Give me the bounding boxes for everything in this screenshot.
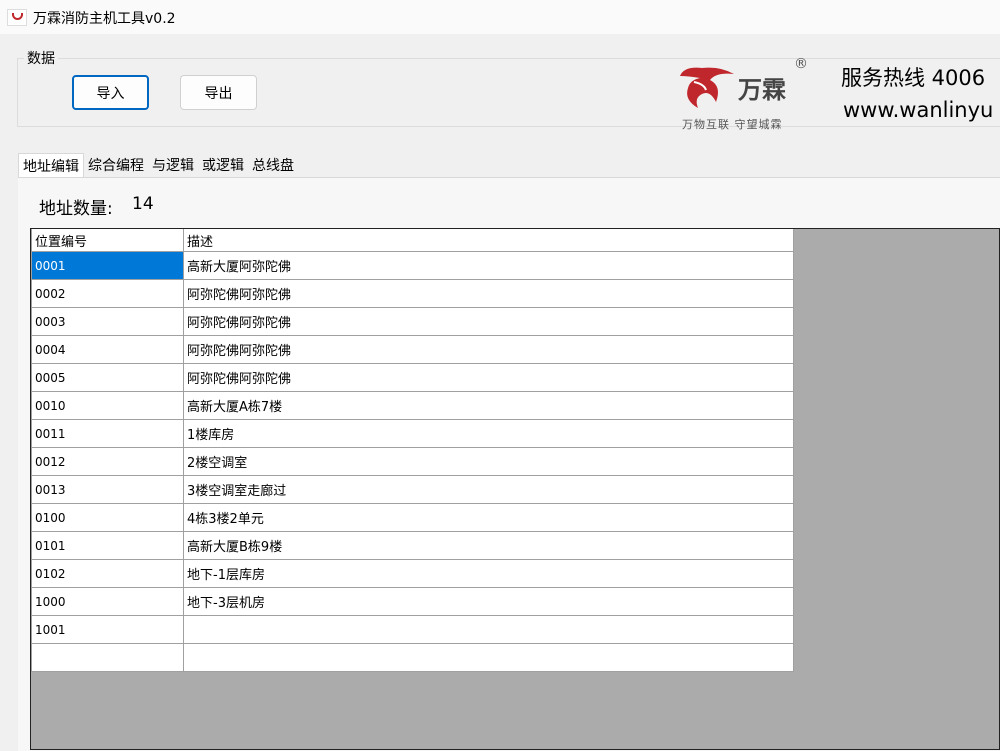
description-cell[interactable]: 阿弥陀佛阿弥陀佛 (183, 363, 794, 392)
table-row[interactable]: 1000 地下-3层机房 (31, 587, 794, 616)
brand-name: 万霖 (738, 76, 786, 104)
address-count-value: 14 (132, 194, 154, 214)
table-row[interactable]: 0100 4栋3楼2单元 (31, 503, 794, 532)
position-id-cell[interactable]: 0012 (31, 447, 184, 476)
position-id-cell[interactable]: 0101 (31, 531, 184, 560)
data-group-label: 数据 (24, 48, 58, 68)
service-hotline: 服务热线 4006 (841, 66, 986, 90)
website-url: www.wanlinyu (843, 98, 994, 122)
position-id-cell[interactable]: 0001 (31, 251, 184, 280)
tab-bar: 地址编辑 综合编程 与逻辑 或逻辑 总线盘 (18, 153, 298, 177)
address-grid[interactable]: 位置编号 描述 0001 高新大厦阿弥陀佛 0002 阿弥陀佛阿弥陀佛 0003 阿弥陀佛… (30, 228, 1000, 750)
description-cell[interactable]: 高新大厦阿弥陀佛 (183, 251, 794, 280)
description-cell[interactable]: 阿弥陀佛阿弥陀佛 (183, 335, 794, 364)
position-id-cell[interactable]: 0011 (31, 419, 184, 448)
description-cell[interactable]: 4栋3楼2单元 (183, 503, 794, 532)
position-id-cell[interactable]: 1001 (31, 615, 184, 644)
tab-or-logic[interactable]: 或逻辑 (198, 153, 248, 177)
position-id-cell[interactable]: 0002 (31, 279, 184, 308)
table-row[interactable] (31, 643, 794, 672)
position-id-cell[interactable] (31, 643, 184, 672)
window-title: 万霖消防主机工具v0.2 (33, 11, 176, 27)
tab-combined-programming[interactable]: 综合编程 (84, 153, 148, 177)
app-logo-icon (7, 9, 27, 26)
description-cell[interactable]: 2楼空调室 (183, 447, 794, 476)
table-row[interactable]: 0003 阿弥陀佛阿弥陀佛 (31, 307, 794, 336)
table-row[interactable]: 0013 3楼空调室走廊过 (31, 475, 794, 504)
tab-address-edit[interactable]: 地址编辑 (18, 153, 84, 177)
table-row[interactable]: 0001 高新大厦阿弥陀佛 (31, 251, 794, 280)
table-row[interactable]: 0012 2楼空调室 (31, 447, 794, 476)
title-bar: 万霖消防主机工具v0.2 (0, 0, 1000, 34)
description-cell[interactable] (183, 615, 794, 644)
registered-mark: ® (794, 56, 808, 72)
description-cell[interactable]: 阿弥陀佛阿弥陀佛 (183, 279, 794, 308)
description-cell[interactable]: 高新大厦B栋9楼 (183, 531, 794, 560)
description-cell[interactable]: 3楼空调室走廊过 (183, 475, 794, 504)
address-table: 位置编号 描述 0001 高新大厦阿弥陀佛 0002 阿弥陀佛阿弥陀佛 0003 阿弥陀佛… (31, 229, 794, 672)
description-cell[interactable]: 1楼库房 (183, 419, 794, 448)
column-header-position[interactable]: 位置编号 (31, 229, 184, 252)
import-button[interactable]: 导入 (72, 75, 149, 110)
table-row[interactable]: 1001 (31, 615, 794, 644)
table-row[interactable]: 0002 阿弥陀佛阿弥陀佛 (31, 279, 794, 308)
table-row[interactable]: 0101 高新大厦B栋9楼 (31, 531, 794, 560)
export-button[interactable]: 导出 (180, 75, 257, 110)
position-id-cell[interactable]: 0102 (31, 559, 184, 588)
tab-bus-panel[interactable]: 总线盘 (248, 153, 298, 177)
description-cell[interactable] (183, 643, 794, 672)
position-id-cell[interactable]: 0010 (31, 391, 184, 420)
tab-and-logic[interactable]: 与逻辑 (148, 153, 198, 177)
table-row[interactable]: 0102 地下-1层库房 (31, 559, 794, 588)
table-row[interactable]: 0010 高新大厦A栋7楼 (31, 391, 794, 420)
address-count-label: 地址数量: (39, 199, 113, 219)
description-cell[interactable]: 高新大厦A栋7楼 (183, 391, 794, 420)
description-cell[interactable]: 地下-3层机房 (183, 587, 794, 616)
position-id-cell[interactable]: 0005 (31, 363, 184, 392)
position-id-cell[interactable]: 0003 (31, 307, 184, 336)
table-row[interactable]: 0005 阿弥陀佛阿弥陀佛 (31, 363, 794, 392)
brand-slogan: 万物互联 守望城霖 (682, 118, 783, 131)
position-id-cell[interactable]: 0004 (31, 335, 184, 364)
description-cell[interactable]: 地下-1层库房 (183, 559, 794, 588)
description-cell[interactable]: 阿弥陀佛阿弥陀佛 (183, 307, 794, 336)
column-header-description[interactable]: 描述 (183, 229, 794, 252)
table-header-row: 位置编号 描述 (31, 229, 794, 252)
position-id-cell[interactable]: 0013 (31, 475, 184, 504)
position-id-cell[interactable]: 0100 (31, 503, 184, 532)
table-row[interactable]: 0004 阿弥陀佛阿弥陀佛 (31, 335, 794, 364)
table-row[interactable]: 0011 1楼库房 (31, 419, 794, 448)
position-id-cell[interactable]: 1000 (31, 587, 184, 616)
